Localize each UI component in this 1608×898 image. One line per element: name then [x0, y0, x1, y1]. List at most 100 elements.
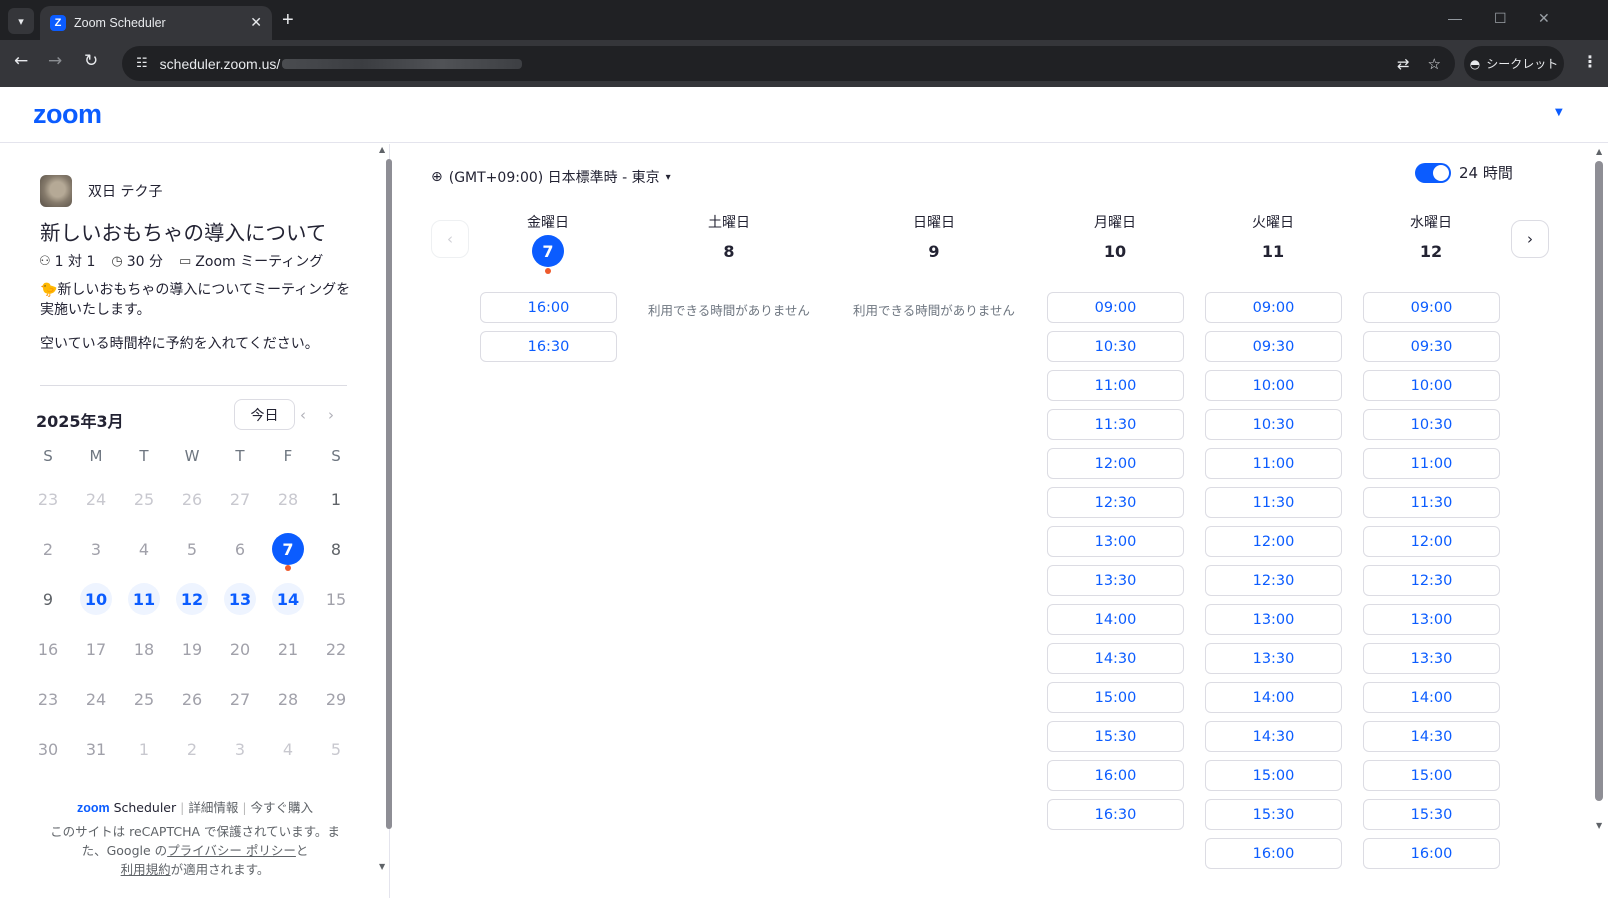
- time-slot-button[interactable]: 12:00: [1047, 448, 1184, 479]
- time-slot-button[interactable]: 12:30: [1047, 487, 1184, 518]
- today-dot: [545, 268, 551, 274]
- zoom-logo[interactable]: zoom: [33, 99, 102, 130]
- calendar-day-number: 17: [85, 639, 107, 659]
- time-slot-button[interactable]: 14:30: [1205, 721, 1342, 752]
- today-button[interactable]: 今日: [234, 399, 295, 430]
- time-slot-button[interactable]: 15:30: [1363, 799, 1500, 830]
- time-slot-button[interactable]: 14:00: [1205, 682, 1342, 713]
- time-slot-button[interactable]: 11:00: [1047, 370, 1184, 401]
- reload-icon[interactable]: ↻: [84, 51, 98, 71]
- time-slot-button[interactable]: 09:00: [1205, 292, 1342, 323]
- time-slot-button[interactable]: 11:30: [1363, 487, 1500, 518]
- time-slot-button[interactable]: 10:00: [1363, 370, 1500, 401]
- time-slot-button[interactable]: 11:30: [1205, 487, 1342, 518]
- incognito-button[interactable]: ◓ シークレット: [1464, 46, 1564, 81]
- calendar-day-number: 4: [138, 539, 150, 559]
- account-dropdown-icon[interactable]: ▼: [1555, 107, 1563, 118]
- month-next-icon[interactable]: ›: [328, 406, 334, 424]
- details-link[interactable]: 詳細情報: [188, 800, 238, 815]
- time-slot-button[interactable]: 15:00: [1205, 760, 1342, 791]
- minimize-icon[interactable]: —: [1448, 10, 1462, 26]
- forward-icon[interactable]: →: [48, 51, 62, 71]
- time-slot-button[interactable]: 09:30: [1363, 331, 1500, 362]
- time-slot-button[interactable]: 14:00: [1047, 604, 1184, 635]
- calendar-day: 31: [72, 724, 120, 774]
- address-bar[interactable]: ☷ scheduler.zoom.us/ ⇄ ☆: [122, 46, 1455, 81]
- right-scrollbar[interactable]: [1595, 161, 1603, 801]
- time-slot-button[interactable]: 14:30: [1363, 721, 1500, 752]
- 24h-toggle-label: 24 時間: [1459, 164, 1513, 182]
- calendar-day-selected[interactable]: 7: [264, 524, 312, 574]
- time-slot-button[interactable]: 12:00: [1363, 526, 1500, 557]
- time-slot-button[interactable]: 15:30: [1205, 799, 1342, 830]
- next-week-button[interactable]: ›: [1511, 220, 1549, 258]
- incognito-label: シークレット: [1486, 57, 1559, 71]
- maximize-icon[interactable]: ☐: [1494, 10, 1507, 27]
- time-slot-button[interactable]: 15:30: [1047, 721, 1184, 752]
- calendar-day[interactable]: 13: [216, 574, 264, 624]
- time-slot-button[interactable]: 10:30: [1047, 331, 1184, 362]
- back-icon[interactable]: ←: [14, 51, 28, 71]
- calendar-day[interactable]: 14: [264, 574, 312, 624]
- translate-icon[interactable]: ⇄: [1397, 55, 1410, 73]
- time-slot-button[interactable]: 16:00: [1047, 760, 1184, 791]
- time-slot-button[interactable]: 12:00: [1205, 526, 1342, 557]
- page-header: zoom ▼: [0, 87, 1608, 143]
- time-slot-button[interactable]: 10:30: [1205, 409, 1342, 440]
- time-slot-button[interactable]: 10:00: [1205, 370, 1342, 401]
- time-slot-button[interactable]: 15:00: [1047, 682, 1184, 713]
- footer-zoom-logo[interactable]: zoom: [77, 801, 110, 815]
- time-slot-button[interactable]: 16:00: [1363, 838, 1500, 869]
- time-slot-button[interactable]: 14:30: [1047, 643, 1184, 674]
- time-slot-button[interactable]: 13:00: [1205, 604, 1342, 635]
- site-info-icon[interactable]: ☷: [136, 56, 148, 71]
- tab-close-icon[interactable]: ✕: [250, 15, 262, 31]
- privacy-policy-link[interactable]: プライバシー ポリシー: [167, 843, 296, 858]
- time-slot-button[interactable]: 11:00: [1363, 448, 1500, 479]
- time-slot-button[interactable]: 09:00: [1047, 292, 1184, 323]
- scroll-up-icon[interactable]: ▲: [379, 145, 385, 154]
- new-tab-icon[interactable]: +: [282, 9, 294, 32]
- timezone-selector[interactable]: ⊕ (GMT+09:00) 日本標準時 - 東京 ▾: [431, 167, 671, 187]
- calendar-day-number: 31: [85, 739, 107, 759]
- time-slot-button[interactable]: 11:30: [1047, 409, 1184, 440]
- calendar-day-number: 15: [325, 589, 347, 609]
- time-slot-button[interactable]: 13:30: [1047, 565, 1184, 596]
- calendar-day[interactable]: 12: [168, 574, 216, 624]
- time-slot-button[interactable]: 15:00: [1363, 760, 1500, 791]
- time-slot-button[interactable]: 16:00: [480, 292, 617, 323]
- time-slot-button[interactable]: 14:00: [1363, 682, 1500, 713]
- time-slot-button[interactable]: 12:30: [1205, 565, 1342, 596]
- time-slot-button[interactable]: 16:30: [1047, 799, 1184, 830]
- tab-search-icon[interactable]: ▾: [8, 8, 34, 34]
- time-slot-button[interactable]: 09:00: [1363, 292, 1500, 323]
- time-slot-button[interactable]: 10:30: [1363, 409, 1500, 440]
- prev-week-button[interactable]: ‹: [431, 220, 469, 258]
- 24h-toggle[interactable]: [1415, 162, 1451, 183]
- calendar-day[interactable]: 10: [72, 574, 120, 624]
- browser-menu-icon[interactable]: ⋮: [1582, 52, 1598, 71]
- calendar-day-number: 20: [229, 639, 251, 659]
- time-slot-button[interactable]: 13:00: [1047, 526, 1184, 557]
- day-column: 土曜日 8 利用できる時間がありません: [648, 212, 810, 318]
- time-slot-button[interactable]: 09:30: [1205, 331, 1342, 362]
- time-slot-button[interactable]: 11:00: [1205, 448, 1342, 479]
- time-slot-button[interactable]: 16:30: [480, 331, 617, 362]
- scroll-up-icon[interactable]: ▲: [1596, 147, 1602, 156]
- scroll-down-icon[interactable]: ▼: [1596, 821, 1602, 830]
- scroll-down-icon[interactable]: ▼: [379, 862, 385, 871]
- time-slot-button[interactable]: 13:00: [1363, 604, 1500, 635]
- time-slot-button[interactable]: 12:30: [1363, 565, 1500, 596]
- terms-link[interactable]: 利用規約: [121, 862, 171, 877]
- calendar-day[interactable]: 11: [120, 574, 168, 624]
- browser-tab[interactable]: Z Zoom Scheduler ✕: [40, 6, 272, 40]
- month-prev-icon[interactable]: ‹: [300, 406, 306, 424]
- time-slot-button[interactable]: 13:30: [1363, 643, 1500, 674]
- window-close-icon[interactable]: ✕: [1538, 10, 1550, 27]
- bookmark-star-icon[interactable]: ☆: [1428, 55, 1441, 73]
- time-slot-button[interactable]: 16:00: [1205, 838, 1342, 869]
- day-date-number: 10: [1103, 241, 1127, 261]
- meeting-type-label: Zoom ミーティング: [195, 254, 324, 270]
- buy-now-link[interactable]: 今すぐ購入: [251, 800, 314, 815]
- time-slot-button[interactable]: 13:30: [1205, 643, 1342, 674]
